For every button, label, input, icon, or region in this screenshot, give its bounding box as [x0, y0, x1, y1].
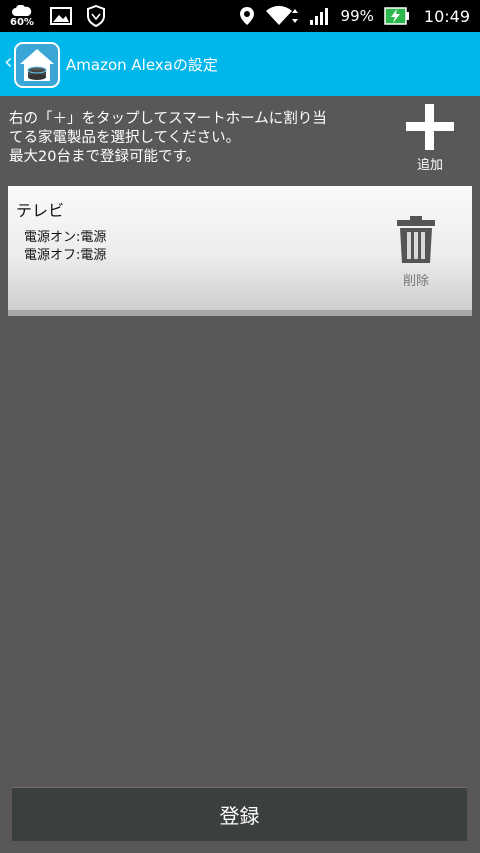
page-title: Amazon Alexaの設定	[66, 56, 218, 74]
trash-icon	[397, 216, 435, 263]
power-off-setting: 電源オフ:電源	[24, 248, 107, 263]
cloud-icon	[12, 5, 32, 16]
power-on-setting: 電源オン:電源	[24, 230, 107, 245]
shield-icon	[87, 5, 105, 27]
weather-percent: 60%	[10, 17, 34, 28]
clock: 10:49	[423, 6, 470, 26]
wifi-icon	[265, 5, 298, 25]
status-bar-notifications: 60%	[10, 0, 106, 32]
signal-icon	[309, 8, 328, 25]
delete-label: 削除	[402, 274, 429, 289]
device-card[interactable]: テレビ 電源オン:電源 電源オフ:電源 削除	[8, 186, 472, 316]
add-button[interactable]: 追加	[400, 104, 460, 173]
back-chevron-icon[interactable]: ‹	[4, 50, 13, 75]
location-icon	[239, 7, 254, 25]
status-bar-system: 99% 10:49	[239, 0, 470, 32]
plus-icon	[406, 104, 454, 150]
battery-percent: 99%	[340, 7, 374, 25]
device-name: テレビ	[16, 201, 65, 220]
delete-button[interactable]: 削除	[390, 216, 442, 289]
add-label: 追加	[416, 158, 443, 173]
battery-charging-icon	[384, 7, 409, 25]
app-logo-icon[interactable]	[14, 42, 60, 88]
image-icon	[50, 7, 72, 25]
status-bar: 60% 99% 10:49	[0, 0, 480, 32]
register-button[interactable]: 登録	[12, 787, 467, 841]
instructions-text: 右の「＋」をタップしてスマートホームに割り当 てる家電製品を選択してください。 …	[9, 111, 327, 165]
app-header: ‹ Amazon Alexaの設定	[0, 32, 480, 96]
weather-notification: 60%	[10, 2, 36, 30]
